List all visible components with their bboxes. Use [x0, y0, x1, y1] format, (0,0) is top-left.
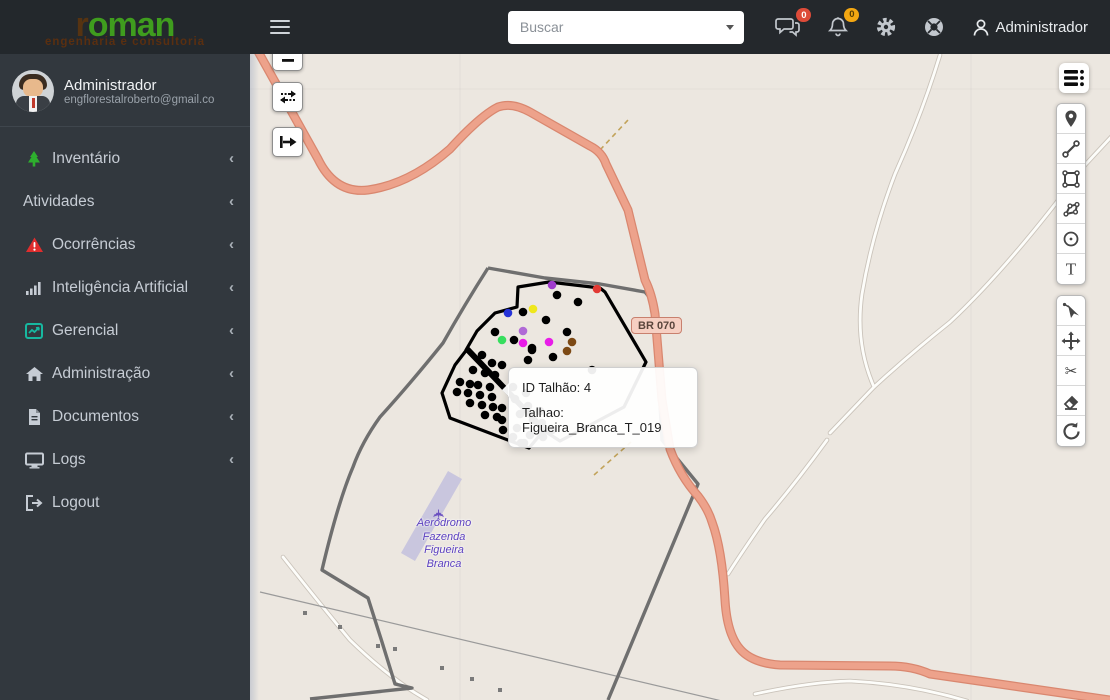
sidebar-item-documentos[interactable]: Documentos ‹: [0, 395, 250, 438]
step-tool-button[interactable]: [272, 127, 303, 157]
user-email: engflorestalroberto@gmail.co: [64, 93, 215, 106]
erase-button[interactable]: [1057, 386, 1085, 416]
draw-polygon-button[interactable]: [1057, 194, 1085, 224]
edit-vertices-button[interactable]: [1057, 296, 1085, 326]
measure-arrows-icon: [279, 90, 296, 104]
edit-toolbar: ✂: [1056, 295, 1086, 447]
user-name: Administrador: [64, 76, 157, 94]
svg-text:✂: ✂: [1065, 362, 1078, 380]
zoom-out-button[interactable]: [272, 54, 303, 71]
circle-icon: [1063, 231, 1079, 246]
user-menu-button[interactable]: Administrador: [972, 18, 1088, 37]
app-window: roman engenharia e consultoria Administr…: [0, 0, 1110, 700]
sidebar-item-atividades[interactable]: Atividades ‹: [0, 180, 250, 223]
arrow-from-bar-icon: [279, 136, 296, 148]
measure-tool-button[interactable]: [272, 82, 303, 112]
rectangle-icon: [1062, 169, 1080, 188]
document-icon: [23, 408, 45, 426]
chevron-down-icon: [726, 24, 735, 30]
avatar: [12, 70, 54, 112]
minus-icon: [281, 59, 294, 62]
messages-button[interactable]: 0: [762, 6, 814, 48]
chevron-left-icon: ‹: [229, 150, 234, 167]
desktop-icon: [23, 451, 45, 469]
warning-icon: [23, 236, 45, 254]
draw-circle-button[interactable]: [1057, 224, 1085, 254]
sidebar-item-inventario[interactable]: Inventário ‹: [0, 137, 250, 180]
search-placeholder: Buscar: [519, 19, 564, 35]
life-ring-icon: [925, 18, 944, 36]
hamburger-menu-icon[interactable]: [270, 16, 290, 38]
search-input[interactable]: Buscar: [507, 10, 745, 44]
sidebar-item-inteligencia-artificial[interactable]: Inteligência Artificial ‹: [0, 266, 250, 309]
draw-text-button[interactable]: T: [1057, 254, 1085, 284]
draw-rectangle-button[interactable]: [1057, 164, 1085, 194]
draw-polyline-button[interactable]: [1057, 134, 1085, 164]
user-panel: Administrador engflorestalroberto@gmail.…: [0, 54, 250, 127]
notifications-button[interactable]: 0: [814, 6, 862, 49]
sidebar-item-ocorrencias[interactable]: Ocorrências ‹: [0, 223, 250, 266]
plot-tooltip: ID Talhão: 4 Talhao: Figueira_Branca_T_0…: [502, 367, 698, 448]
sidebar-item-gerencial[interactable]: Gerencial ‹: [0, 309, 250, 352]
polygon-icon: [1063, 201, 1080, 217]
edit-vertices-icon: [1062, 302, 1079, 318]
drag-button[interactable]: [1057, 326, 1085, 356]
layers-list-icon: [1064, 69, 1084, 87]
cut-button[interactable]: ✂: [1057, 356, 1085, 386]
sidebar-item-logs[interactable]: Logs ‹: [0, 438, 250, 481]
scissors-icon: ✂: [1065, 362, 1078, 380]
move-icon: [1061, 331, 1081, 350]
tooltip-plot-name: Talhao: Figueira_Branca_T_019: [522, 405, 662, 435]
chevron-left-icon: ‹: [229, 451, 234, 468]
marker-icon: [1065, 110, 1077, 127]
aerodrome-label: Aeródromo Fazenda Figueira Branca: [416, 517, 472, 570]
tree-icon: [23, 150, 45, 168]
settings-button[interactable]: [862, 6, 910, 48]
draw-marker-button[interactable]: [1057, 104, 1085, 134]
user-menu-label: Administrador: [995, 18, 1088, 36]
sidebar-item-logout[interactable]: Logout: [0, 481, 250, 524]
chevron-left-icon: ‹: [229, 279, 234, 296]
brand-subtitle: engenharia e consultoria: [44, 35, 206, 48]
brand-logo[interactable]: roman engenharia e consultoria: [0, 0, 250, 54]
sidebar-menu: Inventário ‹ Atividades ‹ Ocorrências ‹ …: [0, 137, 250, 524]
layers-button[interactable]: [1059, 63, 1089, 93]
tooltip-plot-id: ID Talhão: 4: [522, 380, 592, 395]
draw-toolbar: T: [1056, 103, 1086, 285]
rotate-icon: [1063, 422, 1080, 440]
svg-text:T: T: [1066, 260, 1077, 279]
chevron-left-icon: ‹: [229, 322, 234, 339]
map-canvas[interactable]: ✈ BR 070 Aeródromo Fazenda Figueira Bran…: [250, 54, 1110, 700]
top-navbar: Buscar 0 0 Administrador: [250, 0, 1110, 54]
user-icon: [974, 19, 989, 36]
chevron-left-icon: ‹: [229, 408, 234, 425]
eraser-icon: [1063, 395, 1079, 410]
logout-icon: [23, 494, 45, 512]
tooltip-arrow: [502, 383, 509, 397]
chevron-left-icon: ‹: [229, 365, 234, 382]
polyline-icon: [1062, 139, 1080, 158]
road-badge: BR 070: [631, 317, 683, 334]
home-icon: [23, 365, 45, 383]
help-button[interactable]: [910, 6, 958, 48]
chevron-left-icon: ‹: [229, 236, 234, 253]
chart-icon: [23, 322, 45, 340]
signal-icon: [23, 279, 45, 297]
power-line: [259, 591, 721, 700]
messages-badge: 0: [796, 8, 812, 22]
notifications-badge: 0: [844, 7, 860, 22]
rotate-button[interactable]: [1057, 416, 1085, 446]
sidebar: roman engenharia e consultoria Administr…: [0, 0, 250, 700]
chevron-left-icon: ‹: [229, 193, 234, 210]
sidebar-item-administracao[interactable]: Administração ‹: [0, 352, 250, 395]
gear-icon: [877, 17, 896, 37]
text-icon: T: [1066, 260, 1077, 279]
